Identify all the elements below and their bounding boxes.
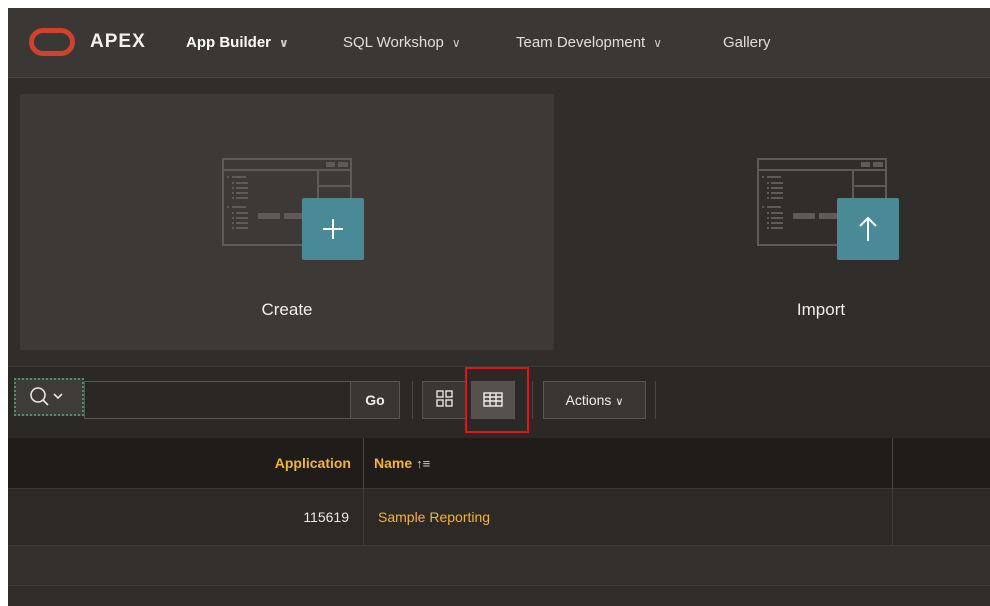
column-header-application-label: Application [274, 455, 351, 471]
icon-view-button[interactable] [422, 381, 466, 419]
toolbar-divider [532, 381, 533, 419]
nav-sql-workshop[interactable]: SQL Workshop ∨ [343, 34, 461, 51]
search-icon [30, 387, 63, 406]
nav-gallery[interactable]: Gallery [723, 34, 771, 51]
top-navigation-bar: APEX App Builder ∨ SQL Workshop ∨ Team Dev… [8, 8, 990, 78]
column-header-application[interactable]: Application [8, 438, 364, 489]
report-toolbar: Go Actions ∨ [8, 366, 990, 438]
apex-workspace: APEX App Builder ∨ SQL Workshop ∨ Team Dev… [8, 8, 990, 606]
sort-ascending-icon: ↑≡ [416, 456, 431, 471]
import-card-label: Import [796, 300, 846, 319]
go-button[interactable]: Go [350, 381, 400, 419]
actions-menu-button[interactable]: Actions ∨ [543, 381, 646, 419]
nav-app-builder-label: App Builder [186, 34, 271, 51]
column-header-name-label: Name [374, 455, 413, 471]
report-view-icon [483, 392, 503, 407]
chevron-down-icon: ∨ [615, 396, 624, 408]
toolbar-divider [412, 381, 413, 419]
oracle-logo-icon[interactable] [29, 28, 75, 56]
icon-view-icon [436, 390, 453, 407]
toolbar-divider [655, 381, 656, 419]
chevron-down-icon: ∨ [279, 36, 289, 50]
report-view-button[interactable] [471, 381, 515, 419]
import-card[interactable]: Import [561, 94, 990, 350]
cell-application-name-link[interactable]: Sample Reporting [364, 489, 893, 546]
actions-label: Actions [565, 392, 612, 408]
create-card-label: Create [261, 300, 313, 319]
create-card[interactable]: Create [20, 94, 554, 350]
nav-team-development-label: Team Development [516, 34, 646, 51]
chevron-down-icon: ∨ [653, 36, 663, 50]
nav-sql-workshop-label: SQL Workshop [343, 34, 444, 51]
report-footer [8, 546, 990, 586]
apex-brand[interactable]: APEX [90, 31, 146, 53]
column-header-name[interactable]: Name ↑≡ [364, 438, 893, 489]
nav-gallery-label: Gallery [723, 34, 771, 51]
import-app-illustration [757, 158, 899, 260]
search-column-button[interactable] [14, 378, 84, 416]
nav-team-development[interactable]: Team Development ∨ [516, 34, 662, 51]
search-input[interactable] [84, 381, 351, 419]
chevron-down-icon: ∨ [451, 36, 461, 50]
cell-application-id: 115619 [8, 489, 364, 546]
table-row: 115619 Sample Reporting [8, 489, 990, 546]
nav-app-builder[interactable]: App Builder ∨ [186, 34, 289, 51]
report-header-row: Application Name ↑≡ [8, 438, 990, 489]
create-app-illustration [222, 158, 364, 260]
